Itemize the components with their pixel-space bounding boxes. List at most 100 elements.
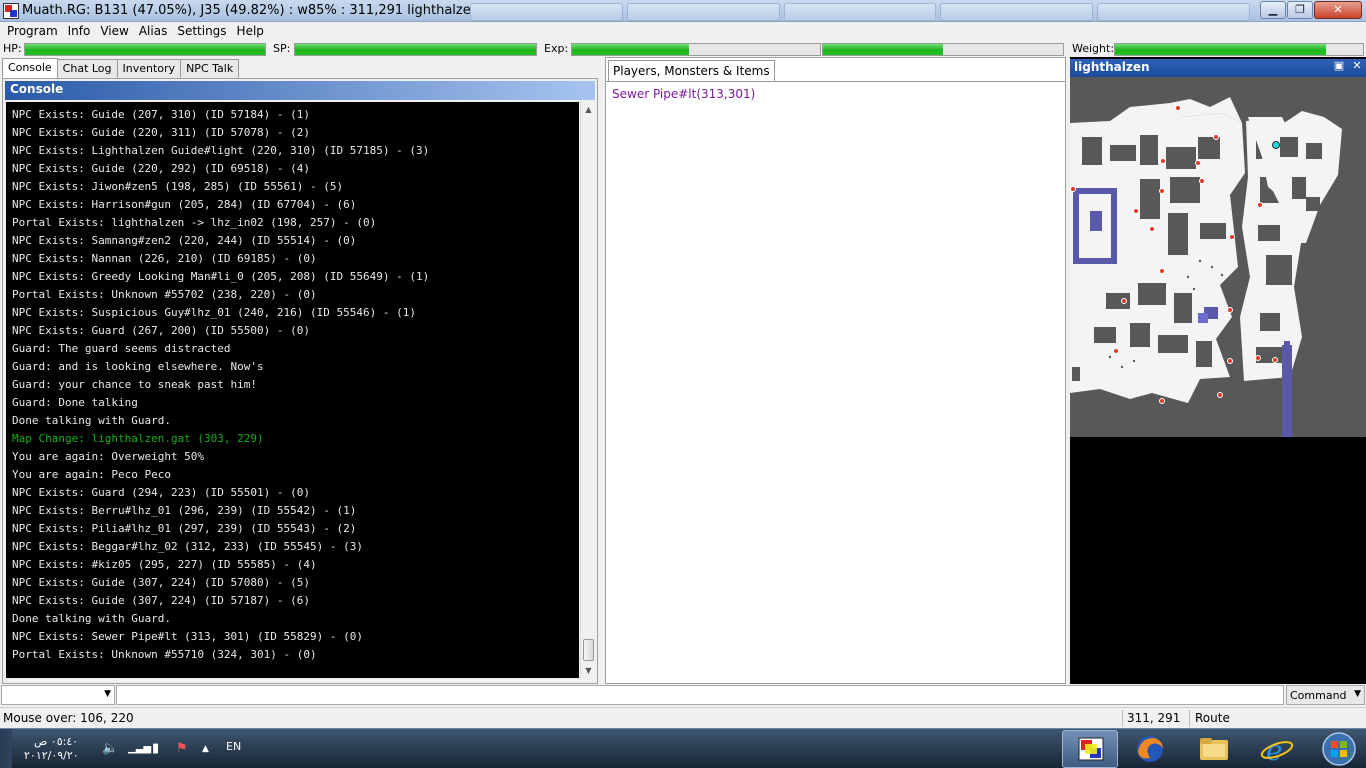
background-window-tab[interactable]	[1097, 3, 1250, 21]
clock-time: ٠٥:٤٠ ص	[34, 735, 79, 748]
hp-label: HP:	[3, 42, 22, 55]
firefox-icon	[1137, 736, 1163, 762]
tab-console[interactable]: Console	[2, 58, 58, 78]
map-title: lighthalzen	[1070, 59, 1366, 77]
console-line: NPC Exists: Guard (267, 200) (ID 55500) …	[12, 324, 311, 337]
job-exp-bar	[822, 43, 1064, 56]
sp-bar-fill	[295, 44, 536, 55]
network-icon[interactable]: ▁▃▅	[128, 743, 151, 754]
openkore-icon[interactable]	[3, 3, 19, 19]
scroll-up-icon[interactable]: ▲	[581, 102, 596, 117]
taskbar-ie-button[interactable]: e	[1248, 730, 1304, 768]
console-line: You are again: Peco Peco	[12, 468, 171, 481]
action-center-icon[interactable]: ⚑	[176, 741, 188, 756]
sp-bar	[294, 43, 537, 56]
menu-alias[interactable]: Alias	[134, 22, 172, 41]
menu-bar: Program Info View Alias Settings Help	[0, 22, 1366, 41]
weight-bar-fill	[1115, 44, 1326, 55]
clock-date: ٢٠١٢/٠٩/٢٠	[24, 749, 79, 762]
status-bar: Mouse over: 106, 220 311, 291 Route	[0, 707, 1366, 728]
console-output[interactable]: NPC Exists: Guide (207, 310) (ID 57184) …	[6, 102, 579, 678]
console-line: NPC Exists: Jiwon#zen5 (198, 285) (ID 55…	[12, 180, 344, 193]
player-marker	[1272, 141, 1280, 149]
command-input[interactable]	[116, 685, 1284, 705]
scroll-down-icon[interactable]: ▼	[581, 663, 596, 678]
console-line: Portal Exists: Unknown #55702 (238, 220)…	[12, 288, 317, 301]
map-panel: lighthalzen ▣ ✕	[1070, 57, 1366, 684]
folder-icon	[1200, 738, 1228, 760]
show-desktop-button[interactable]	[0, 729, 12, 768]
console-line: NPC Exists: Lighthalzen Guide#light (220…	[12, 144, 430, 157]
console-line: NPC Exists: Guide (220, 311) (ID 57078) …	[12, 126, 311, 139]
console-scrollbar[interactable]: ▲ ▼	[580, 102, 595, 678]
command-row: ▼ Command ▼	[0, 684, 1366, 706]
console-header: Console	[5, 81, 595, 100]
openkore-icon	[1078, 737, 1104, 761]
speaker-icon[interactable]: 🔈	[102, 741, 118, 756]
list-item[interactable]: Sewer Pipe#lt(313,301)	[612, 87, 755, 101]
windows-start-icon	[1322, 732, 1356, 766]
console-line: Guard: The guard seems distracted	[12, 342, 231, 355]
menu-program[interactable]: Program	[2, 22, 63, 41]
map-close-icon[interactable]: ✕	[1350, 59, 1364, 73]
map-name: lighthalzen	[1074, 60, 1150, 74]
background-window-tab[interactable]	[940, 3, 1094, 21]
command-mode-select[interactable]: Command ▼	[1286, 685, 1365, 705]
close-button[interactable]: ✕	[1314, 1, 1362, 19]
minimap[interactable]	[1070, 77, 1366, 437]
taskbar-firefox-button[interactable]	[1122, 730, 1178, 768]
menu-settings[interactable]: Settings	[172, 22, 231, 41]
base-exp-bar	[571, 43, 821, 56]
background-windows	[470, 3, 1250, 21]
taskbar-explorer-button[interactable]	[1186, 730, 1242, 768]
background-window-tab[interactable]	[470, 3, 623, 21]
console-line: NPC Exists: #kiz05 (295, 227) (ID 55585)…	[12, 558, 317, 571]
language-indicator[interactable]: EN	[226, 740, 241, 753]
battery-icon[interactable]: ▮	[152, 741, 159, 756]
weight-bar	[1114, 43, 1364, 56]
console-line: NPC Exists: Guide (207, 310) (ID 57184) …	[12, 108, 311, 121]
console-line: NPC Exists: Suspicious Guy#lhz_01 (240, …	[12, 306, 416, 319]
console-line: NPC Exists: Pilia#lhz_01 (297, 239) (ID …	[12, 522, 357, 535]
show-hidden-icons-icon[interactable]: ▲	[202, 744, 209, 754]
base-exp-bar-fill	[572, 44, 689, 55]
tab-inventory[interactable]: Inventory	[116, 59, 182, 78]
exp-label: Exp:	[544, 42, 569, 55]
tab-chat-log[interactable]: Chat Log	[56, 59, 118, 78]
mouse-position: Mouse over: 106, 220	[3, 711, 134, 725]
background-window-tab[interactable]	[626, 3, 780, 21]
map-maximize-icon[interactable]: ▣	[1332, 59, 1346, 73]
scroll-thumb[interactable]	[583, 639, 594, 661]
tab-npc-talk[interactable]: NPC Talk	[180, 59, 240, 78]
minimize-button[interactable]: ▁	[1260, 1, 1286, 19]
menu-view[interactable]: View	[95, 22, 133, 41]
maximize-button[interactable]: ❐	[1287, 1, 1313, 19]
status-divider	[1189, 710, 1190, 727]
console-line: Done talking with Guard.	[12, 612, 171, 625]
taskbar-openkore-button[interactable]	[1062, 730, 1118, 768]
history-dropdown[interactable]: ▼	[1, 685, 115, 705]
job-exp-bar-fill	[823, 44, 943, 55]
console-line: NPC Exists: Beggar#lhz_02 (312, 233) (ID…	[12, 540, 363, 553]
console-line: NPC Exists: Berru#lhz_01 (296, 239) (ID …	[12, 504, 357, 517]
console-line: NPC Exists: Nannan (226, 210) (ID 69185)…	[12, 252, 317, 265]
console-line: Guard: and is looking elsewhere. Now's	[12, 360, 264, 373]
console-line: NPC Exists: Guide (220, 292) (ID 69518) …	[12, 162, 311, 175]
players-monsters-items-panel: Players, Monsters & Items Sewer Pipe#lt(…	[605, 57, 1066, 684]
tab-divider	[606, 81, 1065, 82]
menu-help[interactable]: Help	[232, 22, 269, 41]
background-window-tab[interactable]	[783, 3, 937, 21]
console-line: Guard: your chance to sneak past him!	[12, 378, 258, 391]
console-panel: Console NPC Exists: Guide (207, 310) (ID…	[2, 78, 598, 684]
internet-explorer-icon: e	[1260, 734, 1294, 767]
console-line: Map Change: lighthalzen.gat (303, 229)	[12, 432, 264, 445]
start-button[interactable]	[1316, 730, 1362, 768]
taskbar-clock[interactable]: ٠٥:٤٠ ص ٢٠١٢/٠٩/٢٠	[24, 735, 94, 763]
console-line: NPC Exists: Sewer Pipe#lt (313, 301) (ID…	[12, 630, 363, 643]
tab-players-monsters-items[interactable]: Players, Monsters & Items	[608, 60, 775, 81]
sp-label: SP:	[273, 42, 291, 55]
console-line: Done talking with Guard.	[12, 414, 171, 427]
stat-bars: HP: SP: Exp: Weight:	[0, 41, 1366, 57]
menu-info[interactable]: Info	[63, 22, 96, 41]
chevron-down-icon: ▼	[1354, 689, 1361, 699]
